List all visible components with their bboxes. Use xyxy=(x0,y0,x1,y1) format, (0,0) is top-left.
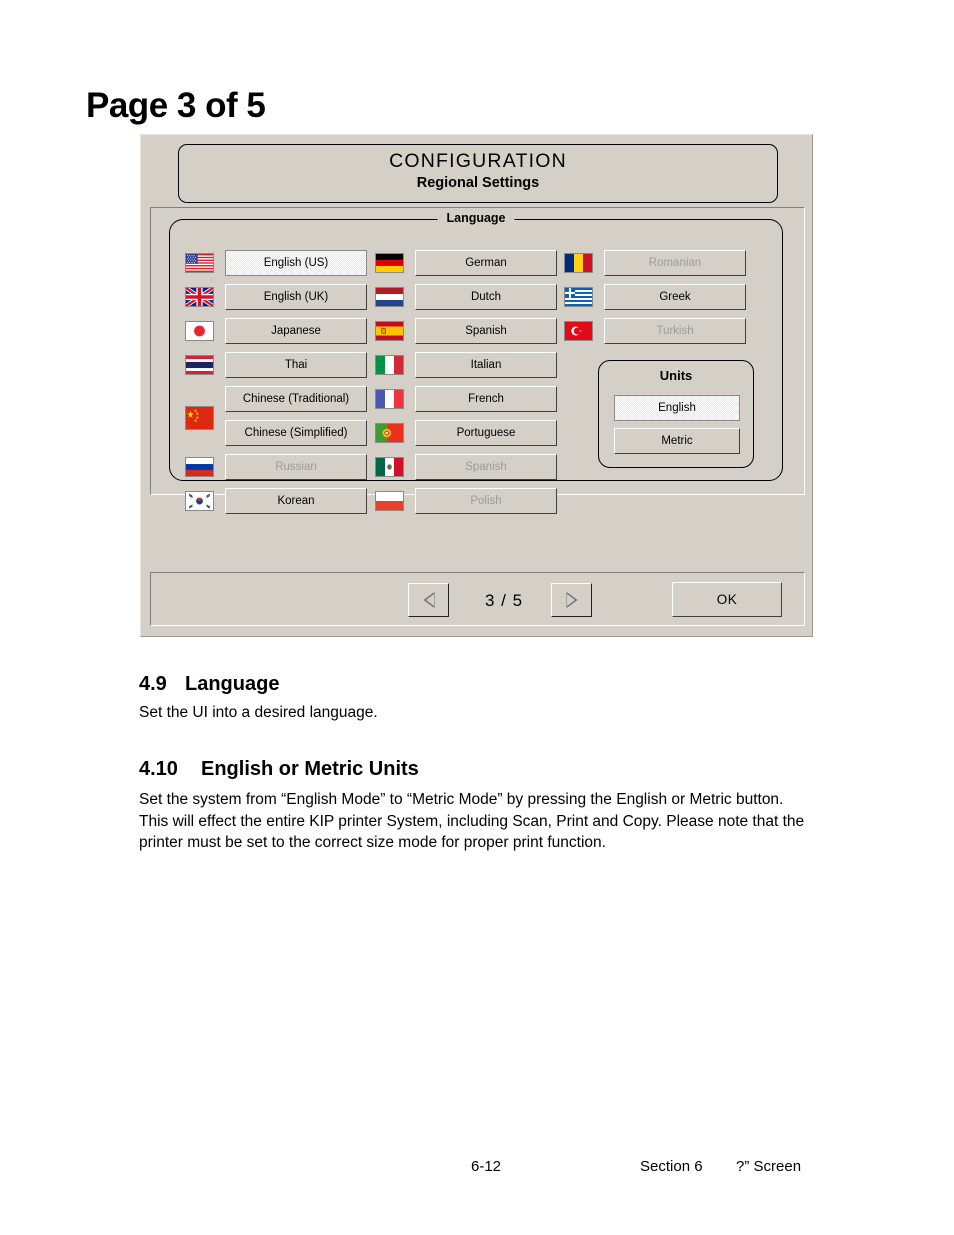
units-group-label: Units xyxy=(659,368,693,383)
triangle-left-inner xyxy=(425,594,434,606)
section-number: 4.9 xyxy=(139,673,167,695)
language-group: Language English (US) English (UK) Japan… xyxy=(169,211,783,514)
language-button-turkish[interactable]: Turkish xyxy=(604,318,746,344)
page-indicator: 3 / 5 xyxy=(484,591,524,610)
language-button-spanish-mx[interactable]: Spanish xyxy=(415,454,557,480)
language-button-german[interactable]: German xyxy=(415,250,557,276)
flag-pl-icon xyxy=(375,491,404,511)
triangle-right-inner xyxy=(566,594,575,606)
flag-jp-icon xyxy=(185,321,214,341)
previous-page-button[interactable] xyxy=(408,583,449,617)
flag-tr-icon xyxy=(564,321,593,341)
flag-nl-icon xyxy=(375,287,404,307)
flag-de-icon xyxy=(375,253,404,273)
footer-screen: ?” Screen xyxy=(736,1158,802,1175)
language-group-label: Language xyxy=(437,211,515,225)
section-heading-4-9: 4.9 Language xyxy=(139,673,279,696)
configuration-dialog-screenshot: CONFIGURATION Regional Settings Language xyxy=(140,134,813,637)
flag-fr-icon xyxy=(375,389,404,409)
page-title: Page 3 of 5 xyxy=(86,86,266,125)
flag-gr-icon xyxy=(564,287,593,307)
section-title: Language xyxy=(185,673,280,695)
flag-cn-icon xyxy=(185,406,214,430)
section-body-4-10: Set the system from “English Mode” to “M… xyxy=(139,791,805,851)
section-number: 4.10 xyxy=(139,758,178,780)
next-page-button[interactable] xyxy=(551,583,592,617)
flag-ro-icon xyxy=(564,253,593,273)
language-button-russian[interactable]: Russian xyxy=(225,454,367,480)
flag-us-icon xyxy=(185,253,214,273)
ok-button[interactable]: OK xyxy=(672,582,782,617)
language-button-english-uk[interactable]: English (UK) xyxy=(225,284,367,310)
section-body-4-9: Set the UI into a desired language. xyxy=(139,704,378,721)
dialog-title: CONFIGURATION xyxy=(389,150,567,172)
section-heading-4-10: 4.10 English or Metric Units xyxy=(139,758,419,781)
flag-mx-icon xyxy=(375,457,404,477)
settings-panel: Language English (US) English (UK) Japan… xyxy=(150,207,805,514)
flag-it-icon xyxy=(375,355,404,375)
flag-es-icon xyxy=(375,321,404,341)
footer-section: Section 6 xyxy=(640,1158,703,1175)
flag-kr-icon xyxy=(185,491,214,511)
language-button-polish[interactable]: Polish xyxy=(415,488,557,514)
flag-pt-icon xyxy=(375,423,404,443)
language-button-thai[interactable]: Thai xyxy=(225,352,367,378)
language-button-italian[interactable]: Italian xyxy=(415,352,557,378)
units-button-metric[interactable]: Metric xyxy=(614,428,740,454)
dialog-subtitle: Regional Settings xyxy=(416,175,540,191)
units-group: Units English Metric xyxy=(598,360,754,468)
section-title: English or Metric Units xyxy=(201,758,419,780)
language-button-french[interactable]: French xyxy=(415,386,557,412)
language-button-spanish-es[interactable]: Spanish xyxy=(415,318,557,344)
language-button-korean[interactable]: Korean xyxy=(225,488,367,514)
language-button-japanese[interactable]: Japanese xyxy=(225,318,367,344)
footer-page-number: 6-12 xyxy=(471,1158,502,1175)
flag-ru-icon xyxy=(185,457,214,477)
flag-uk-icon xyxy=(185,287,214,307)
dialog-header: CONFIGURATION Regional Settings xyxy=(178,144,778,203)
language-button-chinese-traditional[interactable]: Chinese (Traditional) xyxy=(225,386,367,412)
language-button-portuguese[interactable]: Portuguese xyxy=(415,420,557,446)
language-button-greek[interactable]: Greek xyxy=(604,284,746,310)
dialog-footer-bar: 3 / 5 OK xyxy=(150,572,805,626)
language-button-chinese-simplified[interactable]: Chinese (Simplified) xyxy=(225,420,367,446)
units-button-english[interactable]: English xyxy=(614,395,740,421)
flag-th-icon xyxy=(185,355,214,375)
language-button-dutch[interactable]: Dutch xyxy=(415,284,557,310)
language-button-english-us[interactable]: English (US) xyxy=(225,250,367,276)
language-button-romanian[interactable]: Romanian xyxy=(604,250,746,276)
